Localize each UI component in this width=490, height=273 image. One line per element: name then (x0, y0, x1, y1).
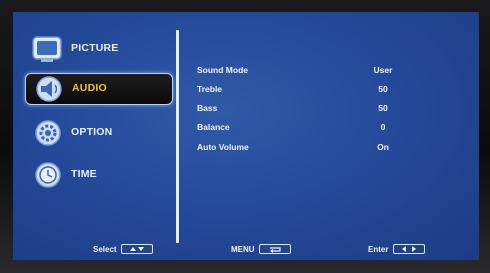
speaker-icon (36, 76, 62, 102)
setting-value: 0 (380, 122, 386, 132)
up-down-arrows-icon (120, 244, 153, 254)
setting-name: Balance (197, 122, 230, 132)
setting-row-sound-mode[interactable]: Sound Mode User (197, 65, 467, 79)
sidebar-item-label: PICTURE (71, 42, 119, 54)
setting-row-treble[interactable]: Treble 50 (197, 84, 467, 98)
sidebar-item-label: OPTION (71, 126, 113, 138)
sidebar-item-audio[interactable]: AUDIO (25, 73, 173, 105)
setting-row-balance[interactable]: Balance 0 (197, 122, 467, 136)
sidebar-item-label: TIME (71, 168, 97, 180)
select-hint: Select (93, 244, 153, 257)
menu-hint-label: MENU (231, 245, 255, 255)
sidebar-item-option[interactable]: OPTION (25, 118, 171, 148)
menu-divider (176, 30, 179, 243)
select-hint-label: Select (93, 245, 117, 255)
sidebar-item-time[interactable]: TIME (25, 160, 171, 190)
sidebar-item-picture[interactable]: PICTURE (25, 34, 171, 64)
gear-icon (35, 120, 61, 146)
sidebar-item-label: AUDIO (72, 82, 107, 94)
setting-row-bass[interactable]: Bass 50 (197, 103, 467, 117)
setting-name: Bass (197, 103, 218, 113)
setting-name: Treble (197, 84, 223, 94)
setting-name: Auto Volume (197, 142, 249, 152)
setting-value: 50 (378, 103, 388, 113)
setting-row-auto-volume[interactable]: Auto Volume On (197, 142, 467, 156)
left-right-arrows-icon (392, 244, 425, 254)
menu-hint: MENU (231, 244, 291, 257)
setting-value: 50 (378, 84, 388, 94)
return-arrow-icon (258, 244, 291, 254)
tv-screen: PICTURE AUDIO OPTION TIME Sound Mode Use… (13, 12, 479, 260)
clock-icon (35, 162, 61, 188)
setting-value: On (377, 142, 389, 152)
setting-value: User (373, 65, 393, 75)
setting-name: Sound Mode (197, 65, 248, 75)
picture-screen-icon (32, 36, 62, 62)
enter-hint-label: Enter (368, 245, 389, 255)
enter-hint: Enter (368, 244, 425, 257)
